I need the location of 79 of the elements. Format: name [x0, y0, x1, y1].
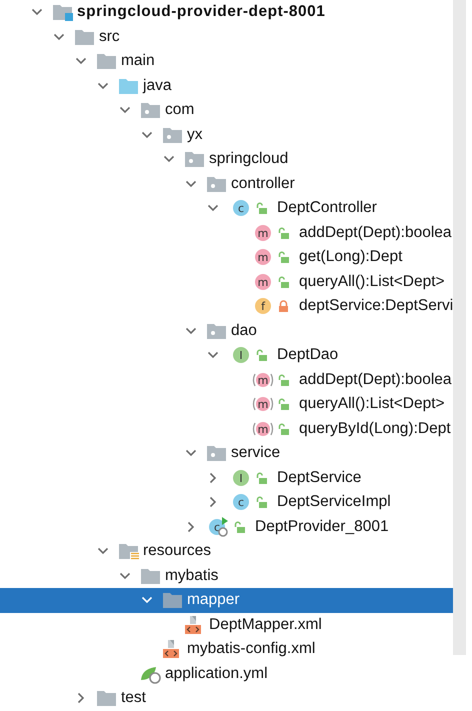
tree-row[interactable]: resources: [0, 539, 453, 564]
tree-row[interactable]: c DeptServiceImpl: [0, 490, 453, 514]
tree-row[interactable]: dao: [0, 318, 453, 343]
tree-item-label: com: [165, 100, 194, 120]
chevron-right-icon[interactable]: [207, 496, 219, 508]
package-icon: [140, 100, 162, 120]
tree-row[interactable]: controller: [0, 172, 453, 196]
folder-icon: [162, 590, 184, 610]
tree-item-label: yx: [187, 124, 202, 145]
package-icon: [184, 149, 206, 170]
tree-row[interactable]: main: [0, 49, 453, 74]
tree-item-label: addDept(Dept):boolea: [299, 370, 452, 390]
tree-item-label: mapper: [187, 590, 240, 610]
tree-row[interactable]: mapper: [0, 588, 453, 612]
resources-folder-icon: [118, 541, 140, 562]
tree-item-label: controller: [231, 174, 295, 194]
tree-row[interactable]: java: [0, 74, 453, 98]
method-icon: m: [252, 248, 274, 266]
tree-item-label: DeptServiceImpl: [277, 492, 391, 512]
tree-item-label: addDept(Dept):boolea: [299, 222, 452, 243]
tree-row[interactable]: com: [0, 98, 453, 122]
tree-item-label: DeptController: [277, 198, 377, 218]
chevron-right-icon[interactable]: [207, 472, 219, 484]
class-icon: c: [230, 493, 252, 512]
interface-icon: I: [230, 468, 252, 487]
tree-row[interactable]: f deptService:DeptServi: [0, 294, 453, 318]
tree-item-label: service: [231, 443, 280, 464]
tree-item-label: application.yml: [165, 664, 268, 684]
tree-item-label: resources: [143, 541, 212, 562]
tree-item-label: DeptDao: [277, 345, 338, 366]
tree-row[interactable]: m get(Long):Dept: [0, 245, 453, 270]
scrollbar[interactable]: [453, 0, 466, 655]
module-folder-icon: [52, 2, 74, 22]
tree-item-label: springcloud: [209, 149, 288, 170]
interface-icon: I: [230, 346, 252, 364]
tree-item-label: get(Long):Dept: [299, 247, 402, 268]
tree-row[interactable]: I DeptDao: [0, 343, 453, 368]
tree-row[interactable]: test: [0, 686, 453, 710]
tree-item-label: test: [121, 688, 146, 708]
method-icon: m: [252, 224, 274, 242]
tree-row[interactable]: mybatis: [0, 564, 453, 588]
tree-row[interactable]: m queryById(Long):Dept: [0, 416, 453, 441]
method-icon: m: [252, 272, 274, 291]
tree-row[interactable]: DeptMapper.xml: [0, 612, 453, 637]
tree-item-label: DeptProvider_8001: [255, 516, 389, 537]
class-icon: c: [230, 199, 252, 218]
tree-row[interactable]: src: [0, 24, 453, 49]
tree-row[interactable]: springcloud-provider-dept-8001: [0, 0, 453, 24]
tree-item-label: main: [121, 51, 155, 72]
tree-item-label: DeptService: [277, 468, 362, 488]
tree-row[interactable]: c DeptController: [0, 196, 453, 220]
chevron-right-icon[interactable]: [185, 520, 197, 533]
tree-row[interactable]: yx: [0, 122, 453, 147]
tree-row[interactable]: mybatis-config.xml: [0, 637, 453, 662]
tree-row[interactable]: springcloud: [0, 147, 453, 172]
tree-item-label: queryAll():List<Dept>: [299, 272, 445, 292]
tree-row[interactable]: application.yml: [0, 662, 453, 686]
tree-item-label: DeptMapper.xml: [209, 614, 322, 635]
tree-item-label: mybatis-config.xml: [187, 639, 316, 660]
tree-item-label: queryById(Long):Dept: [299, 418, 451, 439]
tree-item-label: dao: [231, 320, 257, 341]
tree-row[interactable]: service: [0, 441, 453, 466]
tree-row[interactable]: m queryAll():List<Dept>: [0, 392, 453, 416]
chevron-right-icon[interactable]: [75, 692, 87, 704]
field-icon: f: [252, 297, 274, 316]
tree-row[interactable]: c DeptProvider_8001: [0, 514, 453, 539]
tree-item-label: springcloud-provider-dept-8001: [77, 2, 326, 22]
folder-icon: [96, 688, 118, 708]
tree-item-label: deptService:DeptServi: [299, 296, 454, 316]
package-icon: [206, 443, 228, 464]
tree-item-label: src: [99, 26, 120, 47]
tree-row[interactable]: m addDept(Dept):boolea: [0, 368, 453, 392]
tree-row[interactable]: m queryAll():List<Dept>: [0, 270, 453, 294]
tree-row[interactable]: m addDept(Dept):boolea: [0, 220, 453, 245]
tree-row[interactable]: I DeptService: [0, 466, 453, 490]
tree-item-label: mybatis: [165, 566, 218, 586]
tree-item-label: queryAll():List<Dept>: [299, 394, 445, 414]
folder-icon: [96, 51, 118, 72]
tree-item-label: java: [143, 76, 172, 96]
